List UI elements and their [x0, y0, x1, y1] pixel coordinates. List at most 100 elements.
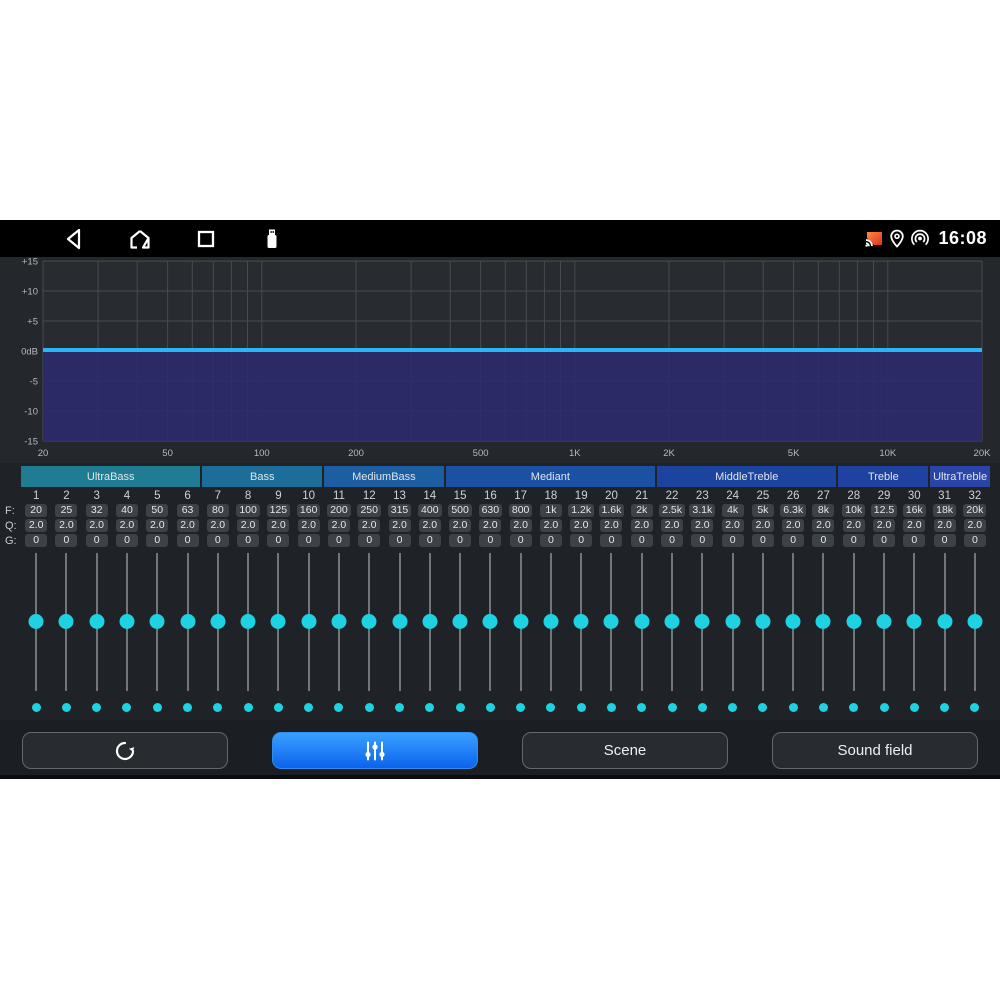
gain-slider[interactable]	[445, 549, 475, 697]
gain-value[interactable]: 0	[812, 534, 834, 547]
freq-value[interactable]: 20k	[963, 504, 986, 517]
gain-slider[interactable]	[960, 549, 990, 697]
gain-value[interactable]: 0	[540, 534, 562, 547]
slider-knob[interactable]	[695, 614, 710, 629]
gain-slider[interactable]	[354, 549, 384, 697]
slider-knob[interactable]	[29, 614, 44, 629]
freq-value[interactable]: 12.5	[871, 504, 897, 517]
slider-knob[interactable]	[574, 614, 589, 629]
q-value[interactable]: 2.0	[873, 519, 895, 532]
freq-value[interactable]: 160	[297, 504, 321, 517]
q-value[interactable]: 2.0	[661, 519, 683, 532]
freq-value[interactable]: 2.5k	[659, 504, 685, 517]
gain-value[interactable]: 0	[934, 534, 956, 547]
slider-knob[interactable]	[937, 614, 952, 629]
gain-value[interactable]: 0	[873, 534, 895, 547]
gain-slider[interactable]	[869, 549, 899, 697]
channel-indicator-dot[interactable]	[153, 703, 162, 712]
band-group-bass[interactable]: Bass	[202, 466, 322, 487]
gain-value[interactable]: 0	[903, 534, 925, 547]
gain-value[interactable]: 0	[479, 534, 501, 547]
freq-value[interactable]: 125	[267, 504, 291, 517]
q-value[interactable]: 2.0	[86, 519, 108, 532]
freq-value[interactable]: 10k	[842, 504, 865, 517]
freq-value[interactable]: 63	[177, 504, 199, 517]
q-value[interactable]: 2.0	[25, 519, 47, 532]
channel-indicator-dot[interactable]	[546, 703, 555, 712]
freq-value[interactable]: 18k	[933, 504, 956, 517]
gain-slider[interactable]	[717, 549, 747, 697]
gain-slider[interactable]	[899, 549, 929, 697]
freq-value[interactable]: 40	[116, 504, 138, 517]
gain-slider[interactable]	[21, 549, 51, 697]
channel-indicator-dot[interactable]	[183, 703, 192, 712]
channel-indicator-dot[interactable]	[213, 703, 222, 712]
q-value[interactable]: 2.0	[570, 519, 592, 532]
gain-value[interactable]: 0	[298, 534, 320, 547]
gain-slider[interactable]	[233, 549, 263, 697]
gain-value[interactable]: 0	[389, 534, 411, 547]
gain-value[interactable]: 0	[419, 534, 441, 547]
band-group-mediant[interactable]: Mediant	[446, 466, 655, 487]
gain-value[interactable]: 0	[55, 534, 77, 547]
slider-knob[interactable]	[665, 614, 680, 629]
band-group-ultratreble[interactable]: UltraTreble	[930, 466, 990, 487]
gain-slider[interactable]	[596, 549, 626, 697]
gain-slider[interactable]	[627, 549, 657, 697]
slider-knob[interactable]	[846, 614, 861, 629]
slider-knob[interactable]	[331, 614, 346, 629]
freq-value[interactable]: 2k	[631, 504, 653, 517]
channel-indicator-dot[interactable]	[244, 703, 253, 712]
freq-value[interactable]: 16k	[903, 504, 926, 517]
channel-indicator-dot[interactable]	[92, 703, 101, 712]
recents-button[interactable]	[194, 227, 218, 251]
gain-value[interactable]: 0	[267, 534, 289, 547]
channel-indicator-dot[interactable]	[758, 703, 767, 712]
channel-indicator-dot[interactable]	[516, 703, 525, 712]
slider-knob[interactable]	[907, 614, 922, 629]
q-value[interactable]: 2.0	[479, 519, 501, 532]
gain-slider[interactable]	[112, 549, 142, 697]
gain-value[interactable]: 0	[510, 534, 532, 547]
q-value[interactable]: 2.0	[964, 519, 986, 532]
slider-knob[interactable]	[59, 614, 74, 629]
channel-indicator-dot[interactable]	[940, 703, 949, 712]
gain-value[interactable]: 0	[237, 534, 259, 547]
freq-value[interactable]: 500	[448, 504, 472, 517]
q-value[interactable]: 2.0	[298, 519, 320, 532]
gain-value[interactable]: 0	[358, 534, 380, 547]
channel-indicator-dot[interactable]	[395, 703, 404, 712]
slider-knob[interactable]	[150, 614, 165, 629]
channel-indicator-dot[interactable]	[456, 703, 465, 712]
gain-value[interactable]: 0	[661, 534, 683, 547]
channel-indicator-dot[interactable]	[910, 703, 919, 712]
gain-slider[interactable]	[384, 549, 414, 697]
slider-knob[interactable]	[877, 614, 892, 629]
band-group-ultrabass[interactable]: UltraBass	[21, 466, 200, 487]
q-value[interactable]: 2.0	[934, 519, 956, 532]
freq-value[interactable]: 800	[509, 504, 533, 517]
sound-field-button[interactable]: Sound field	[772, 732, 978, 769]
gain-slider[interactable]	[808, 549, 838, 697]
freq-value[interactable]: 1.2k	[568, 504, 594, 517]
q-value[interactable]: 2.0	[116, 519, 138, 532]
gain-slider[interactable]	[657, 549, 687, 697]
freq-value[interactable]: 400	[418, 504, 442, 517]
gain-slider[interactable]	[415, 549, 445, 697]
gain-slider[interactable]	[778, 549, 808, 697]
freq-value[interactable]: 6.3k	[780, 504, 806, 517]
q-value[interactable]: 2.0	[540, 519, 562, 532]
gain-slider[interactable]	[475, 549, 505, 697]
channel-indicator-dot[interactable]	[789, 703, 798, 712]
slider-knob[interactable]	[180, 614, 195, 629]
gain-slider[interactable]	[839, 549, 869, 697]
q-value[interactable]: 2.0	[55, 519, 77, 532]
gain-value[interactable]: 0	[752, 534, 774, 547]
gain-slider[interactable]	[203, 549, 233, 697]
slider-knob[interactable]	[453, 614, 468, 629]
freq-value[interactable]: 20	[25, 504, 47, 517]
band-group-treble[interactable]: Treble	[838, 466, 928, 487]
slider-knob[interactable]	[422, 614, 437, 629]
slider-knob[interactable]	[301, 614, 316, 629]
channel-indicator-dot[interactable]	[62, 703, 71, 712]
